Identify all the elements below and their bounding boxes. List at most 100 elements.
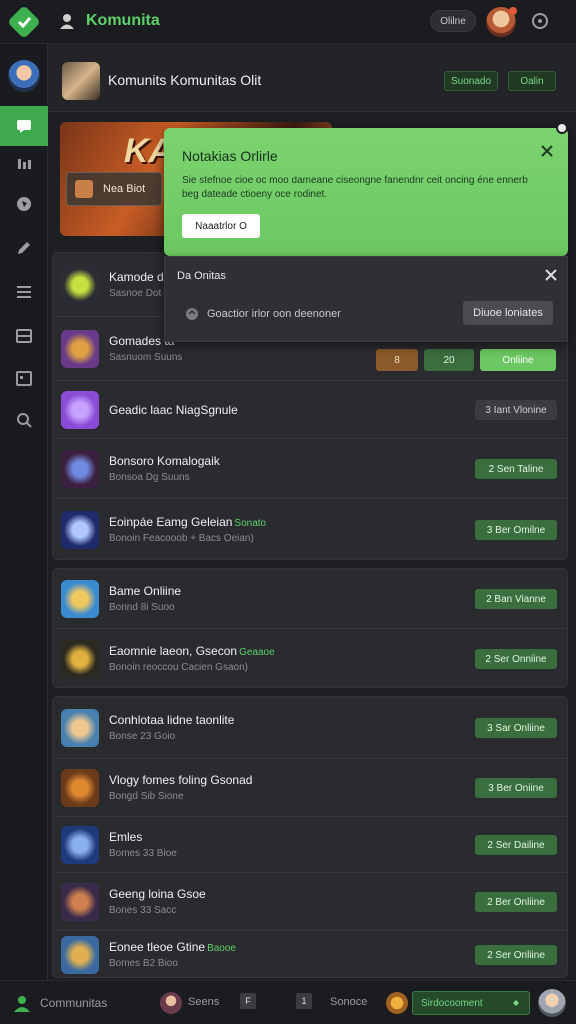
community-header: Komunits Komunitas Olit Suonado Oalin <box>48 44 576 112</box>
game-row[interactable]: Conhlotaa lidne taonlite Bonse 23 Goio 3 S… <box>53 697 569 759</box>
game-row[interactable]: Geadic laac NiagSgnule 3 Iant Vlonine <box>53 381 569 439</box>
game-row[interactable]: Bonsoro Komalogaik Bonsoa Dg Suuns 2 Sen T… <box>53 439 569 499</box>
row-green-button[interactable]: 20 <box>424 349 474 371</box>
join-button[interactable]: 2 Ban Vianne <box>475 589 557 609</box>
row-online-button[interactable]: Onliine <box>480 349 556 371</box>
game-title: Conhlotaa lidne taonlite <box>109 713 234 727</box>
game-subtitle: Bonnd 8i Suoo <box>109 602 175 613</box>
bottom-text-2[interactable]: Sonoce <box>330 996 367 1008</box>
online-status-pill[interactable]: Olilne <box>430 10 476 32</box>
sidebar-item-calendar[interactable] <box>0 358 48 398</box>
community-avatar[interactable] <box>62 62 100 100</box>
game-subtitle: Bonse 23 Goio <box>109 731 176 742</box>
join-button[interactable]: 2 Ser Onniine <box>475 649 557 669</box>
game-title: Geadic laac NiagSgnule <box>109 403 238 417</box>
game-title: Geeng loina Gsoe <box>109 887 206 901</box>
sidebar-item-discover[interactable] <box>0 184 48 224</box>
search-icon <box>17 413 32 428</box>
settings-icon[interactable] <box>530 11 550 31</box>
join-button[interactable]: 2 Ser Onliine <box>475 945 557 965</box>
notification-action-button[interactable]: Naaatrlor O <box>182 214 260 238</box>
list-icon <box>17 286 31 298</box>
game-subtitle: Bongd Sib Sione <box>109 791 184 802</box>
join-button[interactable]: 2 Sen Taline <box>475 459 557 479</box>
game-row[interactable]: Eaomnie laeon, Gsecon Geaaoe Bonoin reocco… <box>53 629 569 689</box>
top-bar: Komunita Olilne <box>0 0 576 44</box>
game-icon <box>61 511 99 549</box>
popup-action-button[interactable]: Diuoe loniates <box>463 301 553 325</box>
game-subtitle: Sasnuom Suuns <box>109 352 183 363</box>
game-title: Eonee tleoe Gtine Baooe <box>109 940 236 954</box>
join-button[interactable]: 2 Ser Dailine <box>475 835 557 855</box>
game-title: Bonsoro Komalogaik <box>109 454 220 468</box>
game-subtitle: Bonsoa Dg Suuns <box>109 472 190 483</box>
join-button[interactable]: 3 Iant Vlonine <box>475 400 557 420</box>
compass-icon <box>17 197 31 211</box>
game-row[interactable]: Geeng loina Gsoe Bones 33 Sacc 2 Ber Onlii… <box>53 873 569 931</box>
calendar-icon <box>16 371 32 386</box>
game-title: Eoinpáe Eamg Geleian Sonato <box>109 515 266 529</box>
bottom-label[interactable]: Communitas <box>40 996 107 1010</box>
bottom-status-pill[interactable]: Sirdocooment <box>412 991 530 1015</box>
bottom-avatar-small[interactable] <box>160 992 182 1014</box>
app-logo-icon[interactable] <box>8 6 40 38</box>
game-subtitle: Bomes B2 Bioo <box>109 958 178 969</box>
sidebar-item-search[interactable] <box>0 400 48 440</box>
sidebar-item-stats[interactable] <box>0 144 48 184</box>
game-row[interactable]: Bame Onliine Bonnd 8i Suoo 2 Ban Vianne <box>53 569 569 629</box>
join-button[interactable]: 3 Sar Onliine <box>475 718 557 738</box>
game-subtitle: Sasnoe Dot <box>109 288 162 299</box>
game-icon <box>61 826 99 864</box>
game-row[interactable]: Eonee tleoe Gtine Baooe Bomes B2 Bioo 2 Ser… <box>53 931 569 979</box>
close-icon[interactable] <box>545 269 557 281</box>
game-icon <box>61 450 99 488</box>
game-title-text: Geeng loina Gsoe <box>109 887 206 901</box>
banner-button[interactable]: Nea Biot <box>66 172 162 206</box>
game-subtitle: Bomes 33 Bioe <box>109 848 177 859</box>
game-title-text: Eoinpáe Eamg Geleian <box>109 515 233 529</box>
bottom-square-1[interactable]: F <box>240 993 256 1009</box>
user-avatar[interactable] <box>486 7 517 37</box>
game-row[interactable]: Emles Bomes 33 Bioe 2 Ser Dailine <box>53 817 569 873</box>
game-title-text: Bame Onliine <box>109 584 182 598</box>
game-icon <box>61 883 99 921</box>
row-orange-button[interactable]: 8 <box>376 349 418 371</box>
game-title-text: Eaomnie laeon, Gsecon <box>109 644 238 658</box>
game-title-text: Kamode dit <box>109 270 170 284</box>
sidebar-item-layers[interactable] <box>0 316 48 356</box>
game-title-text: Geadic laac NiagSgnule <box>109 403 238 417</box>
game-title: Bame Onliine <box>109 584 181 598</box>
game-title: Emles <box>109 830 142 844</box>
game-subtitle: Bonoin reoccou Cacien Gsaon) <box>109 662 248 673</box>
bottom-user-avatar[interactable] <box>538 989 566 1017</box>
game-title-text: Vlogy fomes foling Gsonad <box>109 773 253 787</box>
game-icon <box>61 580 99 618</box>
game-row[interactable]: Vlogy fomes foling Gsonad Bongd Sib Sione… <box>53 759 569 817</box>
bottom-square-2[interactable]: 1 <box>296 993 312 1009</box>
bottom-pill-label: Sirdocooment <box>421 997 483 1009</box>
pin-icon <box>556 122 568 134</box>
close-icon[interactable] <box>540 144 554 158</box>
sidebar-item-edit[interactable] <box>0 228 48 268</box>
header-chip-online[interactable]: Oalin <box>508 71 556 91</box>
bottom-text-1[interactable]: Seens <box>188 996 219 1008</box>
bottom-bar: Communitas Seens F 1 Sonoce Sirdocooment <box>0 980 576 1024</box>
layers-icon <box>16 329 32 343</box>
notification-title: Notakias Orlirle <box>182 148 278 164</box>
join-button[interactable]: 3 Ber Oniine <box>475 778 557 798</box>
join-button[interactable]: 3 Ber Omilne <box>475 520 557 540</box>
game-tag: Baooe <box>207 943 236 954</box>
game-icon <box>61 330 99 368</box>
game-subtitle: Bones 33 Sacc <box>109 905 177 916</box>
sidebar-item-list[interactable] <box>0 272 48 312</box>
sidebar-avatar[interactable] <box>8 60 40 92</box>
header-chip-status[interactable]: Suonado <box>444 71 498 91</box>
join-button[interactable]: 2 Ber Onliine <box>475 892 557 912</box>
sidebar-item-chat[interactable] <box>0 106 48 146</box>
notification-toast: Notakias Orlirle Sie stefnoe cioe oc moo… <box>164 122 568 256</box>
community-icon[interactable] <box>12 993 32 1013</box>
game-row[interactable]: Eoinpáe Eamg Geleian Sonato Bonoin Feacooo… <box>53 499 569 561</box>
game-tag: Geaaoe <box>239 647 275 658</box>
chat-icon <box>17 120 31 133</box>
bottom-game-icon[interactable] <box>386 992 408 1014</box>
